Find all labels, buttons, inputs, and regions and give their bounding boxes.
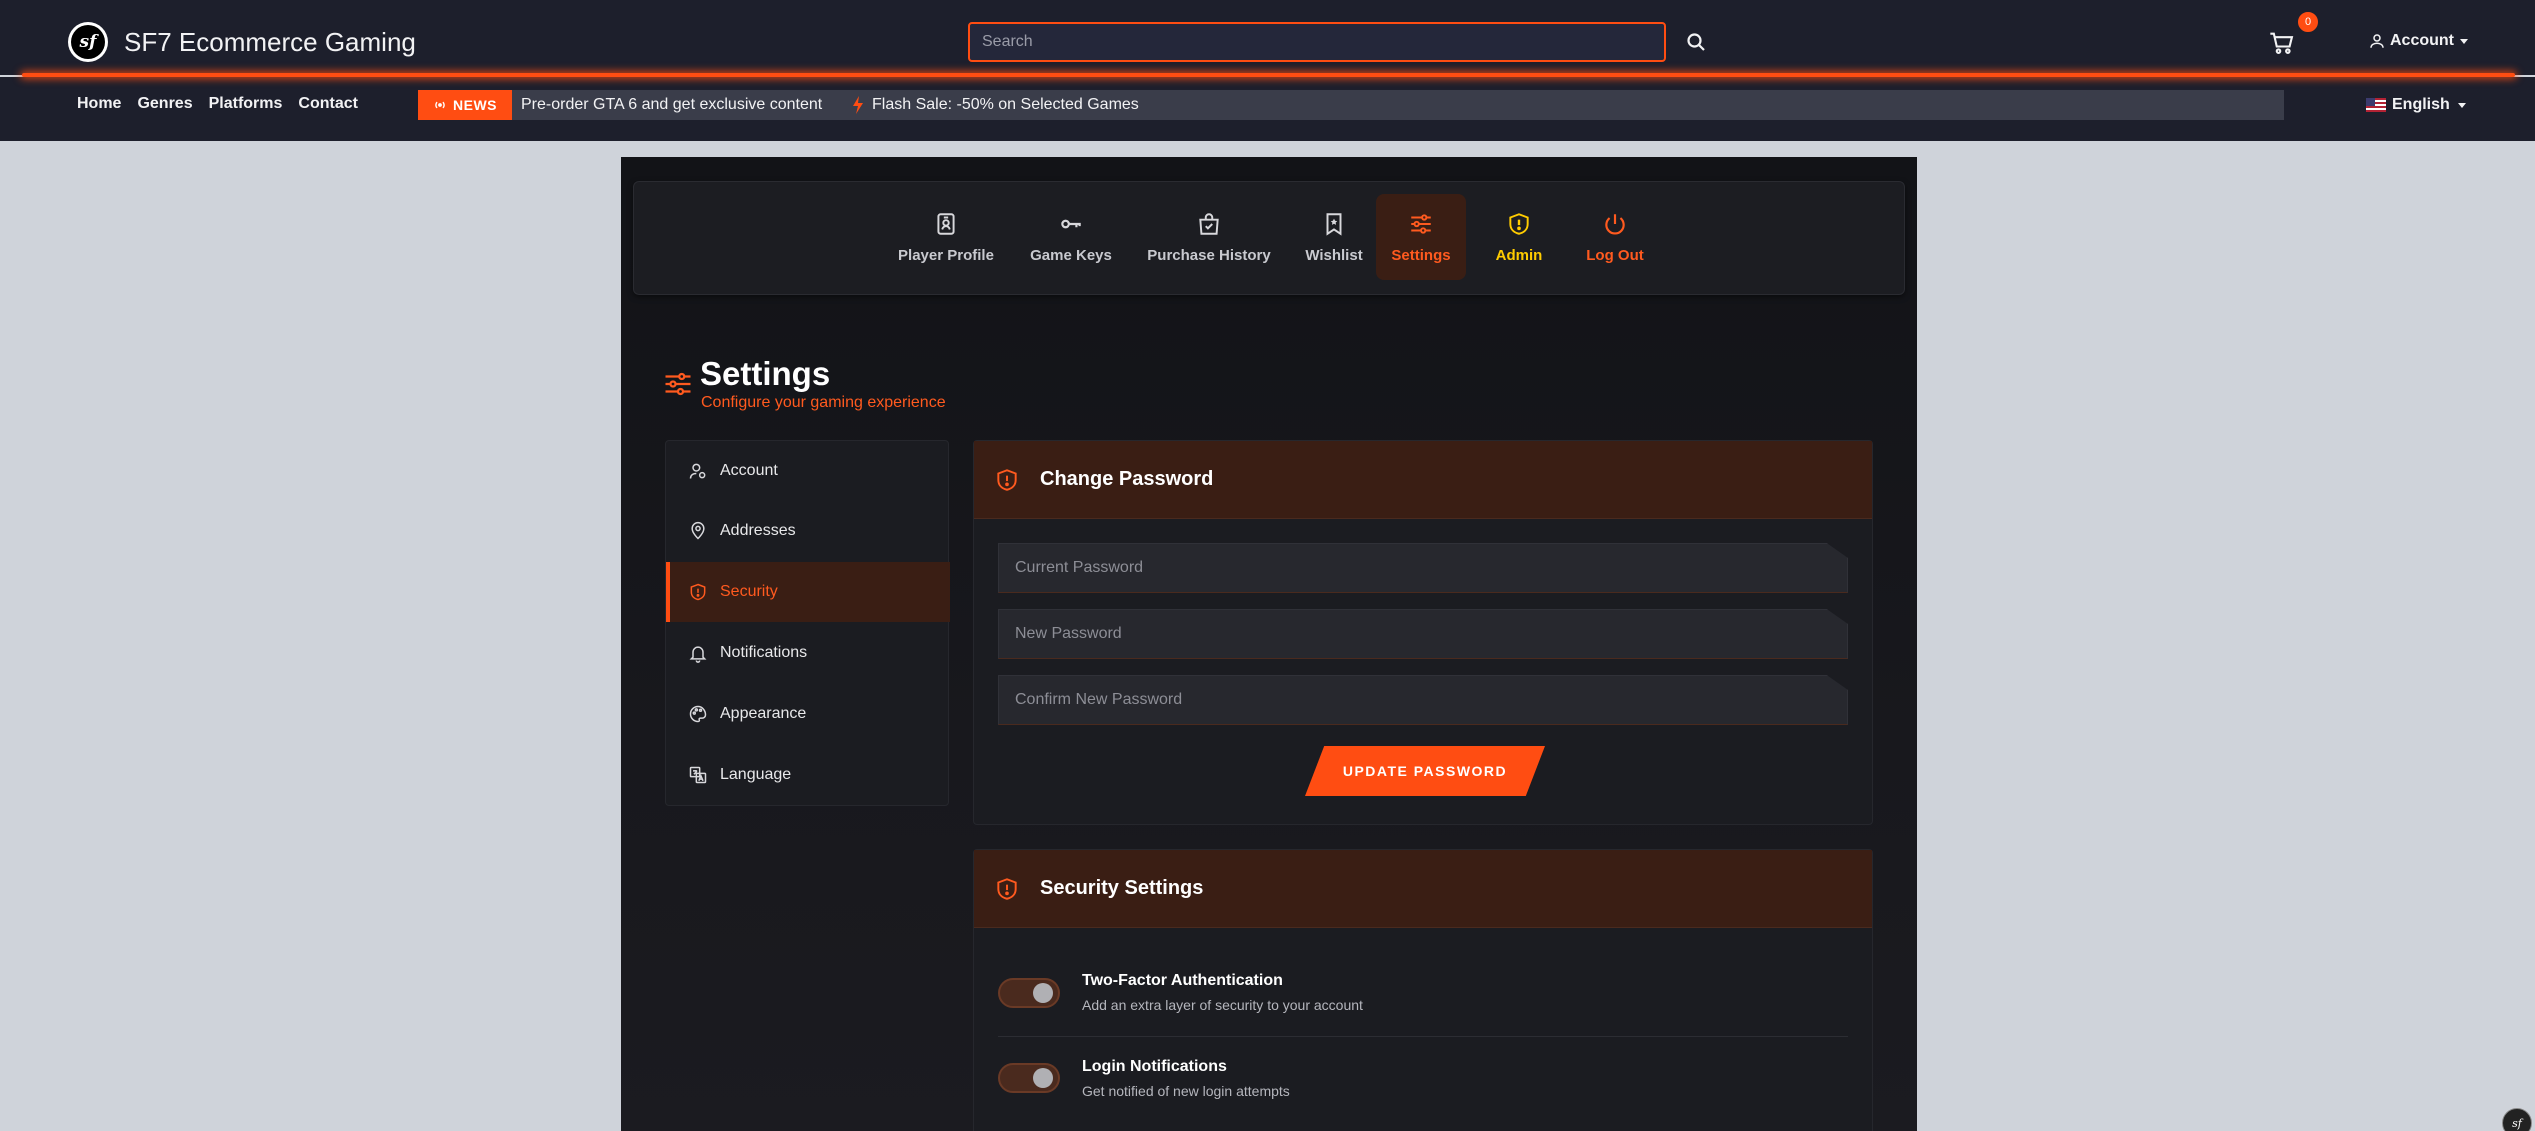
card-title: Change Password <box>1040 468 1214 490</box>
two-factor-toggle[interactable] <box>998 978 1060 1008</box>
current-password-field[interactable] <box>998 543 1848 593</box>
nav-link-platforms[interactable]: Platforms <box>209 95 283 113</box>
sidebar-item-appearance[interactable]: Appearance <box>666 684 950 744</box>
sidebar-item-label: Security <box>720 583 778 600</box>
profile-tabs: Player Profile Game Keys Purchase Histor… <box>633 181 1905 295</box>
account-dropdown[interactable]: Account <box>2368 32 2468 50</box>
search-icon[interactable] <box>1684 30 1708 54</box>
tab-label: Player Profile <box>898 246 994 264</box>
toggle-knob <box>1033 983 1053 1003</box>
change-password-card: Change Password UPDATE PASSWORD <box>973 440 1873 825</box>
user-gear-icon <box>689 463 706 479</box>
sidebar-item-label: Account <box>720 462 778 479</box>
card-header: Change Password <box>974 441 1872 519</box>
bell-icon <box>689 646 707 663</box>
broadcast-icon <box>435 101 445 109</box>
debug-toolbar-icon[interactable]: sf <box>2502 1108 2532 1131</box>
language-label: English <box>2392 96 2450 113</box>
sidebar-item-label: Notifications <box>720 644 808 661</box>
search-input[interactable] <box>968 22 1666 62</box>
logo-mark: sf <box>71 25 105 59</box>
cart-icon[interactable] <box>2268 29 2296 57</box>
settings-sidebar: Account Addresses Security Notifications… <box>665 440 950 806</box>
toggle-knob <box>1033 1068 1053 1088</box>
cart-count-badge: 0 <box>2296 10 2320 34</box>
page-subtitle: Configure your gaming experience <box>701 394 946 411</box>
news-badge-label: NEWS <box>453 97 497 113</box>
palette-icon <box>689 705 707 723</box>
security-settings-card: Security Settings Two-Factor Authenticat… <box>973 849 1873 1131</box>
news-badge: NEWS <box>418 90 512 120</box>
tab-label: Settings <box>1391 246 1451 264</box>
bookmark-star-icon <box>1326 212 1342 236</box>
sidebar-item-addresses[interactable]: Addresses <box>666 501 950 561</box>
sliders-icon <box>1411 213 1431 234</box>
tab-label: Purchase History <box>1147 246 1271 264</box>
nav-link-genres[interactable]: Genres <box>137 95 192 113</box>
sidebar-item-label: Appearance <box>720 705 807 722</box>
chevron-down-icon <box>2460 38 2468 44</box>
shield-icon <box>997 468 1017 491</box>
page-title: Settings <box>700 355 831 392</box>
tab-wishlist[interactable]: Wishlist <box>1294 194 1374 280</box>
ticker-flash-sale[interactable]: Flash Sale: -50% on Selected Games <box>852 96 1139 114</box>
two-factor-description: Add an extra layer of security to your a… <box>1082 997 1363 1013</box>
update-password-button[interactable]: UPDATE PASSWORD <box>1305 746 1545 796</box>
new-password-field[interactable] <box>998 609 1848 659</box>
login-notifications-description: Get notified of new login attempts <box>1082 1083 1290 1099</box>
account-label: Account <box>2390 32 2454 49</box>
sidebar-item-account[interactable]: Account <box>666 441 950 501</box>
tab-purchase-history[interactable]: Purchase History <box>1144 194 1274 280</box>
tab-label: Log Out <box>1586 246 1644 264</box>
chevron-down-icon <box>2457 102 2466 108</box>
sidebar-item-security[interactable]: Security <box>666 562 950 622</box>
nav-link-home[interactable]: Home <box>77 95 121 113</box>
sidebar-item-label: Language <box>720 766 792 783</box>
main-panel: Player Profile Game Keys Purchase Histor… <box>621 157 1917 1131</box>
lightning-icon <box>853 96 863 114</box>
tab-game-keys[interactable]: Game Keys <box>1026 194 1116 280</box>
card-header: Security Settings <box>974 850 1872 928</box>
tab-label: Admin <box>1495 246 1543 264</box>
tab-admin[interactable]: Admin <box>1479 194 1559 280</box>
shopping-bag-icon <box>1199 212 1219 235</box>
nav-link-contact[interactable]: Contact <box>298 95 358 113</box>
row-divider <box>998 1036 1848 1037</box>
user-icon <box>2370 34 2384 48</box>
shield-icon <box>997 877 1017 900</box>
sidebar-item-language[interactable]: Language <box>666 745 950 805</box>
sidebar-item-notifications[interactable]: Notifications <box>666 623 950 683</box>
news-ticker: NEWS Pre-order GTA 6 and get exclusive c… <box>418 90 2284 120</box>
tab-label: Wishlist <box>1305 246 1363 264</box>
brand-logo[interactable]: sf <box>68 22 108 62</box>
tab-log-out[interactable]: Log Out <box>1570 194 1660 280</box>
card-title: Security Settings <box>1040 877 1204 899</box>
key-icon <box>1061 219 1081 228</box>
ticker-news-text[interactable]: Pre-order GTA 6 and get exclusive conten… <box>521 96 822 114</box>
map-pin-icon <box>691 521 705 540</box>
confirm-password-field[interactable] <box>998 675 1848 725</box>
language-dropdown[interactable]: English <box>2366 96 2466 114</box>
login-notifications-toggle[interactable] <box>998 1063 1060 1093</box>
shield-icon <box>690 583 706 601</box>
shield-icon <box>1509 212 1529 235</box>
us-flag-icon <box>2366 98 2386 112</box>
sidebar-item-label: Addresses <box>720 522 796 539</box>
power-icon <box>1605 213 1625 235</box>
tab-label: Game Keys <box>1030 246 1112 264</box>
sliders-icon <box>665 372 691 396</box>
translate-icon <box>689 766 707 784</box>
two-factor-title: Two-Factor Authentication <box>1082 972 1283 989</box>
header-glow-divider <box>22 73 2515 77</box>
tab-player-profile[interactable]: Player Profile <box>896 194 996 280</box>
brand-name[interactable]: SF7 Ecommerce Gaming <box>124 27 416 58</box>
main-nav: Home Genres Platforms Contact <box>77 95 358 113</box>
tab-settings[interactable]: Settings <box>1376 194 1466 280</box>
flash-sale-text: Flash Sale: -50% on Selected Games <box>872 96 1139 113</box>
id-badge-icon <box>937 212 955 235</box>
login-notifications-title: Login Notifications <box>1082 1058 1227 1075</box>
